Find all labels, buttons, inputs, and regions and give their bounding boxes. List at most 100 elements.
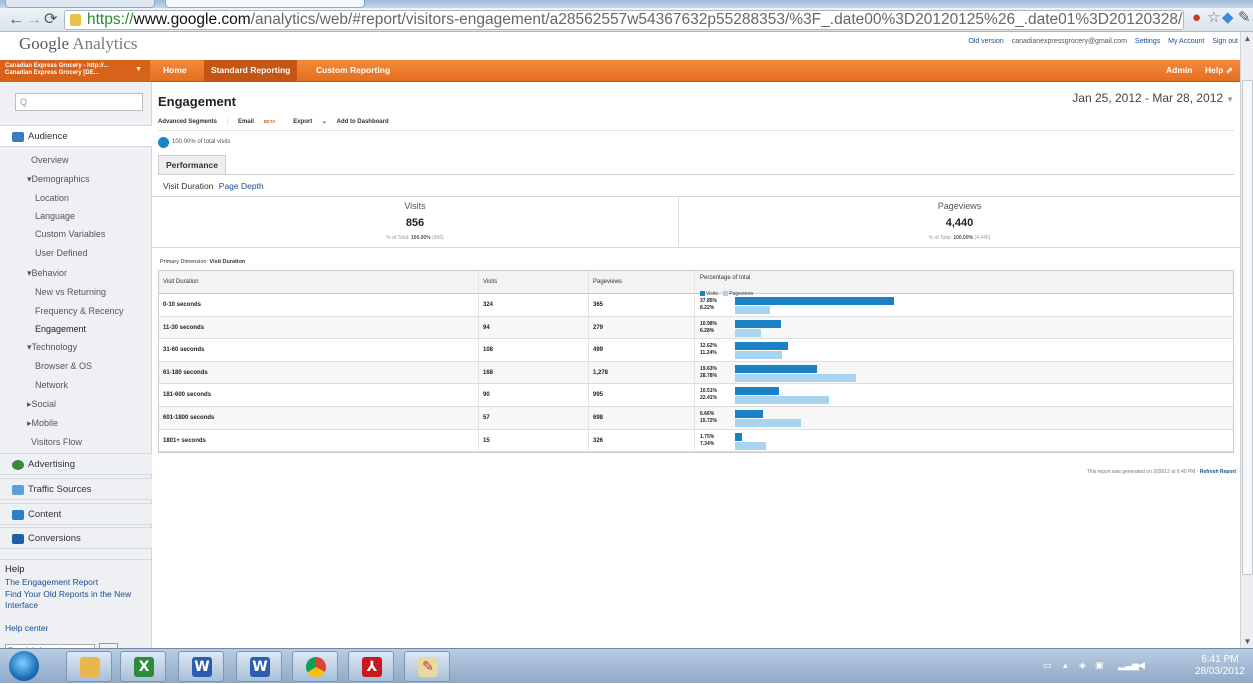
scroll-down-icon[interactable]: ▼: [1241, 635, 1253, 648]
visits-bar: [735, 387, 780, 396]
taskbar-word-1[interactable]: W: [178, 651, 224, 682]
visits-percent: 1.75%: [700, 433, 715, 440]
subtab-page-depth[interactable]: Page Depth: [219, 181, 264, 191]
dropbox-icon[interactable]: ◆: [1222, 8, 1234, 28]
system-clock[interactable]: 6:41 PM 28/03/2012: [1195, 654, 1245, 678]
browser-tab-active[interactable]: [165, 0, 365, 8]
visits-bar: [735, 409, 763, 418]
user-email: canadianexpressgrocery@gmail.com: [1011, 38, 1127, 45]
tray-app2-icon[interactable]: ▣: [1095, 661, 1106, 670]
pageviews-percent: 28.78%: [700, 372, 717, 379]
taskbar-chrome[interactable]: [292, 651, 338, 682]
url-host: www.google.com: [133, 11, 251, 28]
wrench-icon[interactable]: ✎: [1238, 8, 1251, 28]
help-link-engagement[interactable]: The Engagement Report: [5, 577, 150, 588]
sidebar-section-content[interactable]: Content: [0, 503, 152, 525]
column-header-pageviews[interactable]: Pageviews: [589, 271, 695, 293]
windows-taskbar: X W W ⅄ ✎ ▭ ▴ ◈ ▣ ▂▃▅ ◀ 6:41 PM 28/03/20…: [0, 648, 1253, 683]
table-row: 11-30 seconds 94 279 10.98% 6.28%: [159, 316, 1233, 340]
taskbar-acrobat[interactable]: ⅄: [348, 651, 394, 682]
my-account-link[interactable]: My Account: [1168, 38, 1204, 45]
url-scheme: https://: [87, 11, 134, 28]
refresh-report-link[interactable]: Refresh Report: [1200, 469, 1236, 475]
row-duration[interactable]: 1801+ seconds: [159, 429, 479, 452]
column-header-visits[interactable]: Visits: [479, 271, 589, 293]
scroll-up-icon[interactable]: ▲: [1241, 32, 1253, 45]
taskbar-excel[interactable]: X: [120, 651, 166, 682]
row-duration[interactable]: 11-30 seconds: [159, 316, 479, 339]
sign-out-link[interactable]: Sign out: [1212, 38, 1238, 45]
tray-app-icon[interactable]: ◈: [1079, 661, 1090, 670]
row-pageviews: 995: [589, 384, 695, 406]
row-duration[interactable]: 601-1800 seconds: [159, 406, 479, 429]
browser-tab[interactable]: [5, 0, 155, 8]
keyboard-icon[interactable]: ▭: [1043, 661, 1054, 670]
nav-admin[interactable]: Admin: [1159, 60, 1199, 82]
tab-performance[interactable]: Performance: [158, 155, 226, 174]
tray-expand-icon[interactable]: ▴: [1063, 661, 1074, 670]
nav-standard-reporting[interactable]: Standard Reporting: [204, 60, 298, 82]
add-to-dashboard-button[interactable]: Add to Dashboard: [337, 119, 389, 125]
sidebar-section-advertising[interactable]: Advertising: [0, 453, 152, 475]
pageviews-percent: 11.24%: [700, 350, 717, 357]
nav-home[interactable]: Home: [156, 60, 194, 82]
email-button[interactable]: Email BETA: [238, 119, 284, 125]
old-version-link[interactable]: Old version: [968, 38, 1003, 45]
help-link-old-reports[interactable]: Find Your Old Reports in the New Interfa…: [5, 589, 150, 611]
sidebar-item-label: Mobile: [31, 418, 59, 428]
reload-icon[interactable]: ⟳: [44, 10, 57, 30]
account-selector[interactable]: Canadian Express Grocery - http://... Ca…: [0, 60, 150, 82]
nav-custom-reporting[interactable]: Custom Reporting: [309, 60, 397, 82]
volume-icon[interactable]: ◀: [1138, 661, 1149, 670]
export-button[interactable]: Export ⌄: [293, 119, 327, 125]
sidebar-section-label: Conversions: [28, 533, 81, 544]
help-center-link[interactable]: Help center: [5, 623, 150, 634]
percentage-labels: 37.85% 8.22%: [700, 298, 717, 312]
windows-start-icon[interactable]: [9, 651, 39, 681]
sidebar-item-label: Demographics: [31, 174, 90, 184]
row-pageviews: 499: [589, 339, 695, 361]
taskbar-word-2[interactable]: W: [236, 651, 282, 682]
visits-percent: 19.63%: [700, 365, 717, 372]
google-analytics-logo[interactable]: Google Analytics: [19, 34, 138, 54]
clock-date: 28/03/2012: [1194, 666, 1245, 677]
sidebar-search-input[interactable]: Q: [15, 93, 143, 111]
address-bar[interactable]: https://www.google.com/analytics/web/#re…: [64, 10, 1184, 30]
page-scrollbar[interactable]: ▲ ▼: [1240, 32, 1253, 648]
subtab-visit-duration[interactable]: Visit Duration: [163, 181, 213, 191]
word-icon: W: [250, 657, 270, 677]
top-nav: Canadian Express Grocery - http://... Ca…: [0, 60, 1240, 82]
sidebar-section-traffic-sources[interactable]: Traffic Sources: [0, 478, 152, 500]
column-header-duration[interactable]: Visit Duration: [159, 271, 479, 293]
bookmark-star-icon[interactable]: ☆: [1207, 8, 1220, 28]
row-duration[interactable]: 181-600 seconds: [159, 384, 479, 406]
segment-indicator[interactable]: 100.00% of total visits: [158, 136, 230, 148]
chevron-down-icon: ▼: [1226, 95, 1234, 104]
taskbar-explorer[interactable]: [66, 651, 112, 682]
visits-percent: 37.85%: [700, 298, 717, 304]
primary-dimension-value[interactable]: Visit Duration: [210, 259, 246, 265]
visits-percent: 10.98%: [700, 320, 717, 327]
scorecard-value: 4,440: [945, 217, 974, 229]
lock-icon: [70, 14, 81, 26]
forward-arrow-icon[interactable]: →: [26, 10, 42, 30]
column-header-percentage[interactable]: Percentage of total Visits Pageviews: [695, 271, 1235, 297]
date-range-picker[interactable]: Jan 25, 2012 - Mar 28, 2012 ▼: [1072, 91, 1234, 105]
row-visits: 324: [479, 294, 589, 316]
row-duration[interactable]: 61-180 seconds: [159, 361, 479, 384]
row-duration[interactable]: 31-60 seconds: [159, 339, 479, 361]
network-icon[interactable]: ▂▃▅: [1118, 661, 1139, 670]
advanced-segments-button[interactable]: Advanced Segments: [158, 119, 217, 125]
back-arrow-icon[interactable]: ←: [8, 10, 24, 30]
nav-help[interactable]: Help ⇗: [1198, 60, 1240, 82]
sidebar-section-audience[interactable]: Audience: [0, 125, 152, 147]
ga-header: Google Analytics Old version canadianexp…: [0, 32, 1240, 60]
row-duration[interactable]: 0-10 seconds: [159, 294, 479, 316]
subtabs: Visit Duration Page Depth: [163, 181, 264, 191]
settings-link[interactable]: Settings: [1135, 38, 1160, 45]
adblock-icon[interactable]: ●: [1192, 8, 1201, 28]
scrollbar-thumb[interactable]: [1242, 80, 1253, 575]
sidebar-section-conversions[interactable]: Conversions: [0, 527, 152, 549]
percentage-labels: 10.51% 22.41%: [700, 388, 717, 402]
taskbar-paint[interactable]: ✎: [404, 651, 450, 682]
